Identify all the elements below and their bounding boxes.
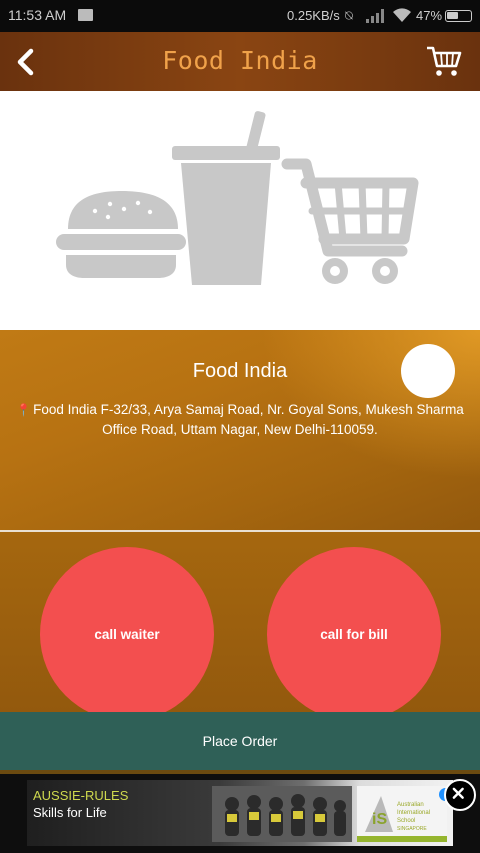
- restaurant-banner: [0, 91, 480, 330]
- battery-percent: 47%: [416, 8, 443, 23]
- map-pin-icon: 📍: [16, 403, 32, 417]
- drink-icon: [172, 111, 280, 285]
- app-toolbar: Food India: [0, 32, 480, 91]
- call-waiter-button[interactable]: call waiter: [40, 547, 214, 712]
- shopping-cart-icon: [281, 158, 419, 257]
- restaurant-address: 📍 Food India F-32/33, Arya Samaj Road, Nr…: [0, 400, 480, 440]
- ad-photo: [212, 786, 352, 842]
- restaurant-info: Food India 📍 Food India F-32/33, Arya Sam…: [0, 330, 480, 530]
- place-order-button[interactable]: Place Order: [0, 712, 480, 770]
- ad-subline: Skills for Life: [33, 805, 107, 820]
- battery-icon: [445, 10, 472, 22]
- wifi-icon: [393, 8, 411, 22]
- status-time: 11:53 AM: [8, 7, 67, 23]
- address-text: Food India F-32/33, Arya Samaj Road, Nr.…: [33, 402, 464, 437]
- svg-text:School: School: [397, 818, 415, 824]
- status-bar: 11:53 AM 0.25KB/s ⍉ 47%: [0, 0, 480, 32]
- signal-icon: [366, 9, 384, 23]
- ad-headline: AUSSIE-RULES: [33, 788, 129, 803]
- school-logo: iS Australian International School SINGA…: [357, 786, 447, 842]
- svg-text:iS: iS: [372, 811, 387, 828]
- svg-text:Australian: Australian: [397, 802, 424, 808]
- cart-icon[interactable]: [426, 44, 462, 78]
- call-for-bill-button[interactable]: call for bill: [267, 547, 441, 712]
- ad-banner: AUSSIE-RULES Skills for Life iS Australi…: [0, 774, 480, 853]
- close-icon[interactable]: [444, 779, 476, 811]
- banner-illustration: [56, 111, 419, 285]
- mute-icon: ⍉: [345, 8, 353, 23]
- svg-text:SINGAPORE: SINGAPORE: [397, 826, 427, 832]
- svg-text:International: International: [397, 810, 430, 816]
- burger-icon: [56, 191, 186, 278]
- page-title: Food India: [162, 46, 318, 75]
- mail-icon: [78, 9, 93, 21]
- network-speed: 0.25KB/s: [287, 8, 340, 23]
- restaurant-logo-circle: [401, 344, 455, 398]
- ad-creative[interactable]: AUSSIE-RULES Skills for Life iS Australi…: [27, 780, 453, 846]
- action-section: call waiter call for bill: [0, 532, 480, 712]
